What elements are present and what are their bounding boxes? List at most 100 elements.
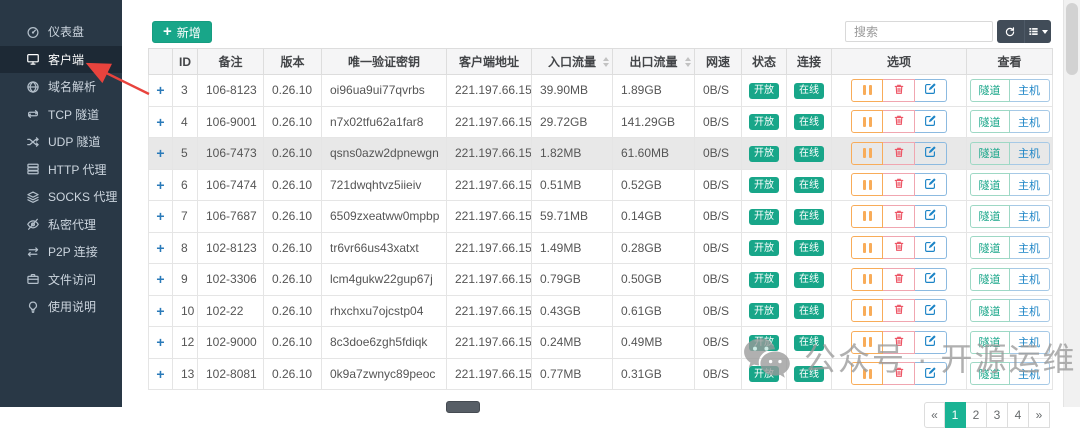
delete-button[interactable] <box>883 110 915 133</box>
pause-button[interactable] <box>851 79 883 102</box>
delete-button[interactable] <box>883 236 915 259</box>
clients-page: { "sidebar": { "items": [ { "name": "das… <box>0 0 1080 407</box>
cell-id: 4 <box>173 106 198 138</box>
expand-row-button[interactable]: + <box>156 208 164 224</box>
expand-row-button[interactable]: + <box>156 303 164 319</box>
cell-id: 6 <box>173 169 198 201</box>
expand-row-button[interactable]: + <box>156 145 164 161</box>
view-tunnel-button[interactable]: 隧道 <box>970 331 1010 354</box>
view-tunnel-button[interactable]: 隧道 <box>970 173 1010 196</box>
edit-button[interactable] <box>915 362 947 385</box>
pause-icon <box>863 306 866 316</box>
pause-button[interactable] <box>851 110 883 133</box>
page-item-«[interactable]: « <box>924 402 945 428</box>
sidebar-item-help[interactable]: 使用说明 <box>0 293 122 321</box>
edit-button[interactable] <box>915 110 947 133</box>
view-tunnel-button[interactable]: 隧道 <box>970 268 1010 291</box>
expand-row-button[interactable]: + <box>156 177 164 193</box>
sidebar-item-tcp-tunnel[interactable]: TCP 隧道 <box>0 101 122 129</box>
sidebar-item-socks-proxy[interactable]: SOCKS 代理 <box>0 183 122 211</box>
view-tunnel-button[interactable]: 隧道 <box>970 79 1010 102</box>
pause-button[interactable] <box>851 236 883 259</box>
page-item-1[interactable]: 1 <box>945 402 966 428</box>
sidebar-item-label: P2P 连接 <box>48 243 98 260</box>
vertical-scrollbar[interactable] <box>1063 0 1080 407</box>
scrollbar-thumb[interactable] <box>1066 3 1078 75</box>
expand-row-button[interactable]: + <box>156 114 164 130</box>
view-host-button[interactable]: 主机 <box>1010 362 1050 385</box>
pause-button[interactable] <box>851 173 883 196</box>
sidebar-item-p2p[interactable]: P2P 连接 <box>0 238 122 266</box>
sidebar-item-dns[interactable]: 域名解析 <box>0 73 122 101</box>
sidebar-item-private-proxy[interactable]: 私密代理 <box>0 211 122 239</box>
view-tunnel-button[interactable]: 隧道 <box>970 236 1010 259</box>
edit-button[interactable] <box>915 268 947 291</box>
sidebar-item-http-proxy[interactable]: HTTP 代理 <box>0 156 122 184</box>
view-host-button[interactable]: 主机 <box>1010 331 1050 354</box>
pause-button[interactable] <box>851 205 883 228</box>
sidebar-item-dashboard[interactable]: 仪表盘 <box>0 18 122 46</box>
edit-button[interactable] <box>915 299 947 322</box>
expand-row-button[interactable]: + <box>156 334 164 350</box>
delete-button[interactable] <box>883 142 915 165</box>
view-tunnel-button[interactable]: 隧道 <box>970 110 1010 133</box>
edit-button[interactable] <box>915 79 947 102</box>
add-button[interactable]: + 新增 <box>152 21 212 43</box>
view-host-button[interactable]: 主机 <box>1010 205 1050 228</box>
trash-icon <box>893 209 905 224</box>
cut-off-dark-button[interactable] <box>446 401 480 413</box>
col-header-traffic_out[interactable]: 出口流量 <box>613 49 695 75</box>
pause-button[interactable] <box>851 331 883 354</box>
connection-badge: 在线 <box>794 303 824 319</box>
sidebar-item-client[interactable]: 客户端 <box>0 46 122 74</box>
view-host-button[interactable]: 主机 <box>1010 142 1050 165</box>
view-host-button[interactable]: 主机 <box>1010 110 1050 133</box>
delete-button[interactable] <box>883 79 915 102</box>
edit-button[interactable] <box>915 236 947 259</box>
sidebar-item-file-access[interactable]: 文件访问 <box>0 266 122 294</box>
edit-button[interactable] <box>915 331 947 354</box>
delete-button[interactable] <box>883 205 915 228</box>
page-item-»[interactable]: » <box>1029 402 1050 428</box>
pause-button[interactable] <box>851 268 883 291</box>
delete-button[interactable] <box>883 173 915 196</box>
edit-button[interactable] <box>915 205 947 228</box>
view-tunnel-button[interactable]: 隧道 <box>970 362 1010 385</box>
delete-button[interactable] <box>883 362 915 385</box>
cell-speed: 0B/S <box>695 138 742 170</box>
clients-table: ID备注版本唯一验证密钥客户端地址入口流量出口流量网速状态连接选项查看 +310… <box>148 48 1053 390</box>
view-host-button[interactable]: 主机 <box>1010 236 1050 259</box>
view-host-button[interactable]: 主机 <box>1010 173 1050 196</box>
edit-button[interactable] <box>915 173 947 196</box>
delete-button[interactable] <box>883 331 915 354</box>
columns-button[interactable] <box>1024 20 1052 43</box>
edit-button[interactable] <box>915 142 947 165</box>
pause-button[interactable] <box>851 299 883 322</box>
expand-row-button[interactable]: + <box>156 366 164 382</box>
delete-button[interactable] <box>883 268 915 291</box>
pause-button[interactable] <box>851 362 883 385</box>
view-tunnel-button[interactable]: 隧道 <box>970 142 1010 165</box>
delete-button[interactable] <box>883 299 915 322</box>
cell-vkey: 8c3doe6zgh5fdiqk <box>322 327 447 359</box>
pause-button[interactable] <box>851 142 883 165</box>
expand-row-button[interactable]: + <box>156 271 164 287</box>
view-host-button[interactable]: 主机 <box>1010 79 1050 102</box>
view-host-button[interactable]: 主机 <box>1010 268 1050 291</box>
sidebar-item-udp-tunnel[interactable]: UDP 隧道 <box>0 128 122 156</box>
page-item-2[interactable]: 2 <box>966 402 987 428</box>
page-item-4[interactable]: 4 <box>1008 402 1029 428</box>
search-input[interactable] <box>845 21 993 42</box>
refresh-button[interactable] <box>997 20 1024 43</box>
cell-id: 12 <box>173 327 198 359</box>
col-header-traffic_in[interactable]: 入口流量 <box>532 49 613 75</box>
view-tunnel-button[interactable]: 隧道 <box>970 299 1010 322</box>
trash-icon <box>893 114 905 129</box>
cell-traffic-in: 1.49MB <box>532 232 613 264</box>
view-host-button[interactable]: 主机 <box>1010 299 1050 322</box>
expand-row-button[interactable]: + <box>156 82 164 98</box>
expand-row-button[interactable]: + <box>156 240 164 256</box>
view-tunnel-button[interactable]: 隧道 <box>970 205 1010 228</box>
page-item-3[interactable]: 3 <box>987 402 1008 428</box>
cell-traffic-out: 0.14GB <box>613 201 695 233</box>
